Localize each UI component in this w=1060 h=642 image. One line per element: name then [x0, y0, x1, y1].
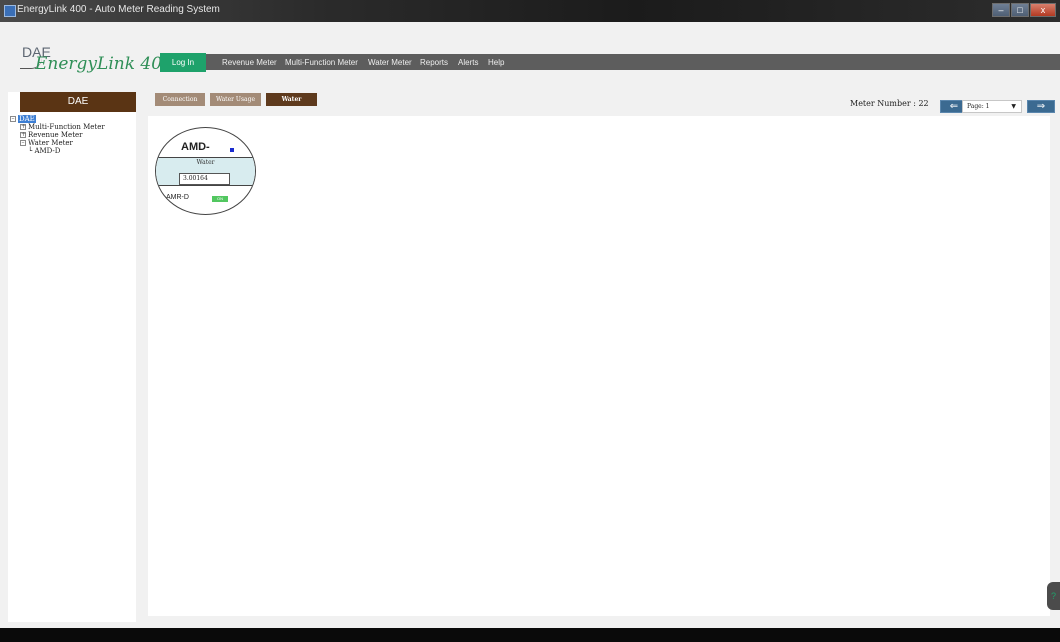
window-controls: – □ x [991, 3, 1056, 17]
tree-item-label[interactable]: Revenue Meter [28, 131, 83, 139]
collapse-icon[interactable]: – [10, 116, 16, 122]
expand-icon[interactable]: + [20, 124, 26, 130]
sidebar [8, 92, 136, 622]
menu-revenue-meter[interactable]: Revenue Meter [222, 58, 277, 67]
menu-reports[interactable]: Reports [420, 58, 448, 67]
tree-item-root[interactable]: – DAE [10, 115, 105, 123]
minimize-button[interactable]: – [992, 3, 1010, 17]
tree-item-label[interactable]: Water Meter [28, 139, 73, 147]
tab-water[interactable]: Water [266, 93, 317, 106]
meter-value: 3.00164 [179, 173, 230, 185]
meter-id: AMR-D [166, 194, 189, 201]
meter-indicator-icon [230, 148, 234, 152]
maximize-button[interactable]: □ [1011, 3, 1029, 17]
meter-status-badge: ON [212, 196, 228, 202]
chevron-down-icon: ▼ [1011, 103, 1016, 110]
meter-type-label: Water [196, 159, 215, 166]
help-side-widget[interactable]: ? [1047, 582, 1060, 610]
tab-connection[interactable]: Connection [155, 93, 205, 106]
tree-item-label[interactable]: Multi-Function Meter [28, 123, 105, 131]
login-button[interactable]: Log In [160, 53, 206, 72]
arrow-left-icon: ⇐ [949, 101, 959, 112]
page-select-value: Page: 1 [967, 103, 990, 110]
tree-item-revenue-meter[interactable]: + Revenue Meter [10, 131, 105, 139]
meter-widget[interactable]: AMD- Water 3.00164 AMR-D ON [155, 127, 256, 215]
page-select[interactable]: Page: 1 ▼ [962, 100, 1022, 113]
menu-alerts[interactable]: Alerts [458, 58, 478, 67]
window-title-bar: EnergyLink 400 - Auto Meter Reading Syst… [0, 0, 1060, 22]
menu-help[interactable]: Help [488, 58, 504, 67]
main-panel [148, 116, 1050, 616]
menu-water-meter[interactable]: Water Meter [368, 58, 412, 67]
meter-tree: – DAE + Multi-Function Meter + Revenue Mete… [10, 115, 105, 155]
tab-water-usage[interactable]: Water Usage [210, 93, 261, 106]
expand-icon[interactable]: + [20, 132, 26, 138]
close-button[interactable]: x [1030, 3, 1056, 17]
help-icon: ? [1050, 591, 1056, 601]
meter-number: Meter Number : 22 [850, 99, 929, 108]
sidebar-header: DAE [20, 92, 136, 112]
app-icon [4, 5, 16, 17]
tree-item-label[interactable]: AMD-D [34, 147, 60, 155]
collapse-icon[interactable]: – [20, 140, 26, 146]
taskbar [0, 628, 1060, 642]
window-title: EnergyLink 400 - Auto Meter Reading Syst… [17, 4, 220, 15]
menu-multi-function-meter[interactable]: Multi-Function Meter [285, 58, 358, 67]
meter-title: AMD- [181, 141, 210, 153]
tree-item-multi-function-meter[interactable]: + Multi-Function Meter [10, 123, 105, 131]
tree-root-label[interactable]: DAE [18, 115, 36, 123]
tree-item-water-meter[interactable]: – Water Meter [10, 139, 105, 147]
logo-energylink: EnergyLink 400 [35, 54, 173, 74]
arrow-right-icon: ⇒ [1036, 101, 1046, 112]
next-page-button[interactable]: ⇒ [1027, 100, 1055, 113]
tree-item-amd-d[interactable]: └ AMD-D [10, 147, 105, 155]
